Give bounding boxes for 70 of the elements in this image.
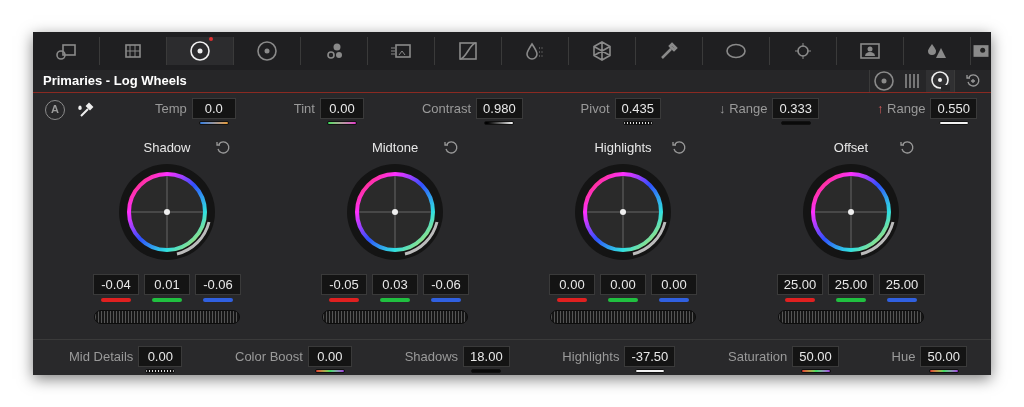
wheel-icon [188, 39, 212, 63]
parameter-label: Saturation [728, 347, 788, 366]
value-field[interactable]: -37.50 [624, 345, 676, 367]
wheel-title: Shadow [143, 139, 191, 158]
channel-swatch [329, 298, 359, 302]
channel-swatch [608, 298, 638, 302]
value-field[interactable]: 0.03 [372, 274, 418, 295]
parameter-label: Pivot [580, 99, 610, 118]
jog-wheel[interactable] [94, 310, 240, 324]
channel-swatch [152, 298, 182, 302]
reset-icon[interactable] [965, 73, 981, 89]
value-field[interactable]: 0.435 [614, 97, 662, 119]
parameter-label: Hue [891, 347, 916, 366]
value-field[interactable]: 25.00 [828, 274, 874, 295]
value-field[interactable]: 0.550 [930, 97, 977, 119]
value-field[interactable]: 0.333 [772, 97, 819, 119]
parameter-label: Contrast [421, 99, 472, 118]
channel-swatch [203, 298, 233, 302]
value-field[interactable]: 0.00 [549, 274, 595, 295]
jog-wheel[interactable] [550, 310, 696, 324]
color-wheel[interactable] [801, 162, 901, 262]
value-field[interactable]: 0.00 [651, 274, 697, 295]
channel-swatch [380, 298, 410, 302]
wheel-title: Offset [833, 139, 869, 158]
channel-swatch [101, 298, 131, 302]
parameter-label: Color Boost [235, 347, 303, 366]
reset-icon[interactable] [443, 140, 459, 156]
wheel-icon [872, 69, 896, 93]
value-field[interactable]: 25.00 [777, 274, 823, 295]
reset-icon[interactable] [671, 140, 687, 156]
parameter-label: ↑ Range [876, 99, 926, 118]
wheel-title: Highlights [594, 139, 652, 158]
value-field[interactable]: -0.04 [93, 274, 139, 295]
value-field[interactable]: 0.01 [144, 274, 190, 295]
value-field[interactable]: 0.0 [191, 97, 236, 119]
toolbar-button[interactable] [167, 37, 234, 65]
value-field[interactable]: 50.00 [920, 345, 967, 367]
reset-icon[interactable] [215, 140, 231, 156]
parameter-label: Tint [293, 99, 315, 118]
color-wheel[interactable] [117, 162, 217, 262]
value-field[interactable]: -0.06 [423, 274, 469, 295]
wheel-title: Midtone [371, 139, 419, 158]
channel-swatch [557, 298, 587, 302]
parameter-label: ↓ Range [719, 99, 768, 118]
parameter-label: Mid Details [69, 347, 134, 366]
panel-title: Primaries - Log Wheels [42, 72, 188, 91]
value-field[interactable]: 18.00 [463, 345, 510, 367]
jog-wheel[interactable] [322, 310, 468, 324]
value-field[interactable]: -0.06 [195, 274, 241, 295]
channel-swatch [431, 298, 461, 302]
channel-swatch [836, 298, 866, 302]
value-field[interactable]: 50.00 [792, 345, 839, 367]
jog-wheel[interactable] [778, 310, 924, 324]
value-field[interactable]: 0.00 [307, 345, 352, 367]
value-field[interactable]: 0.00 [600, 274, 646, 295]
value-field[interactable]: -0.05 [321, 274, 367, 295]
parameter-label: Temp [155, 99, 187, 118]
parameter-label: Highlights [562, 347, 620, 366]
reset-icon[interactable] [899, 140, 915, 156]
channel-swatch [785, 298, 815, 302]
value-field[interactable]: 25.00 [879, 274, 925, 295]
eyedropper-icon[interactable] [77, 100, 95, 119]
value-field[interactable]: 0.00 [138, 345, 183, 367]
value-field[interactable]: 0.980 [476, 97, 523, 119]
parameter-label: Shadows [404, 347, 459, 366]
channel-swatch [659, 298, 689, 302]
channel-swatch [887, 298, 917, 302]
color-wheel[interactable] [345, 162, 445, 262]
value-field[interactable]: 0.00 [319, 97, 364, 119]
color-wheel[interactable] [573, 162, 673, 262]
